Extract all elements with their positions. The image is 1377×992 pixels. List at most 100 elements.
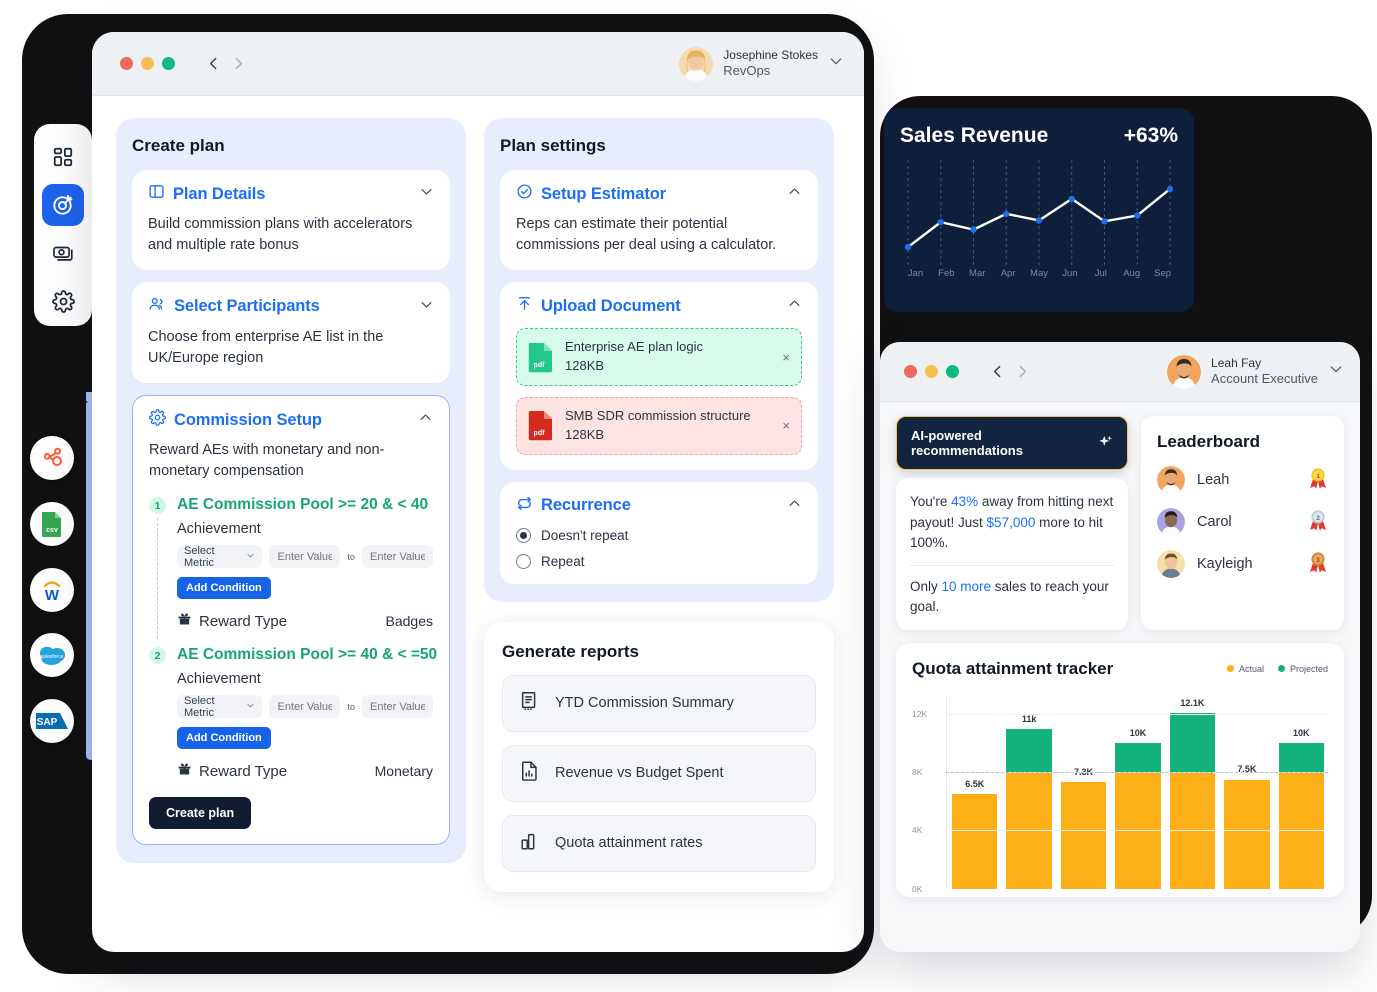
integration-salesforce[interactable]: salesforce bbox=[30, 633, 74, 677]
user-role: Account Executive bbox=[1211, 370, 1318, 386]
leaderboard-name: Carol bbox=[1197, 514, 1232, 530]
card-recurrence: Recurrence Doesn't repeat Repeat bbox=[500, 481, 818, 584]
table-row[interactable]: 7.5K bbox=[1224, 697, 1270, 889]
csv-file-icon: csv bbox=[40, 510, 64, 538]
leaderboard-row[interactable]: Leah 1 bbox=[1157, 466, 1328, 494]
value-from-input[interactable] bbox=[269, 695, 341, 719]
commission-rule-1: 1 AE Commission Pool >= 20 & < 40 Achiev… bbox=[149, 496, 433, 640]
select-metric-dropdown[interactable]: Select Metric bbox=[177, 695, 263, 719]
remove-file-icon[interactable]: × bbox=[782, 350, 790, 365]
bar-segment-actual[interactable] bbox=[1060, 782, 1107, 889]
rail-item-plans[interactable] bbox=[42, 184, 84, 226]
chevron-up-icon[interactable] bbox=[418, 410, 433, 430]
forward-icon[interactable] bbox=[230, 55, 247, 72]
bar-segment-projected[interactable] bbox=[1115, 743, 1161, 773]
chevron-up-icon[interactable] bbox=[787, 296, 802, 316]
ai-recommendations-pill[interactable]: AI-powered recommendations bbox=[896, 416, 1128, 470]
table-row[interactable]: 10K bbox=[1278, 697, 1324, 889]
uploaded-file-item[interactable]: pdf SMB SDR commission structure 128KB × bbox=[516, 396, 802, 455]
select-metric-dropdown[interactable]: Select Metric bbox=[177, 545, 263, 569]
svg-text:W: W bbox=[45, 587, 60, 603]
ai-highlight-percent: 43% bbox=[951, 494, 979, 509]
plan-settings-panel: Plan settings Setup Estimator Reps can e… bbox=[484, 118, 834, 602]
card-desc-plan-details: Build commission plans with accelerators… bbox=[148, 216, 413, 253]
report-ytd-commission-summary[interactable]: YTD Commission Summary bbox=[502, 674, 816, 732]
integration-sap[interactable]: SAP bbox=[30, 699, 74, 743]
card-plan-details[interactable]: Plan Details Build commission plans with… bbox=[132, 170, 450, 271]
chevron-up-icon[interactable] bbox=[787, 496, 802, 516]
maximize-icon[interactable] bbox=[946, 365, 959, 378]
bar-segment-actual[interactable] bbox=[1224, 779, 1270, 889]
reward-type-value: Badges bbox=[385, 613, 433, 630]
bar-segment-projected[interactable] bbox=[1006, 728, 1052, 773]
back-icon[interactable] bbox=[205, 55, 222, 72]
window-controls[interactable] bbox=[120, 57, 175, 70]
chevron-down-icon[interactable] bbox=[419, 297, 434, 317]
card-select-participants[interactable]: Select Participants Choose from enterpri… bbox=[132, 282, 450, 384]
integration-hubspot[interactable] bbox=[30, 436, 74, 480]
remove-file-icon[interactable]: × bbox=[782, 418, 790, 433]
bar-segment-projected[interactable] bbox=[1278, 743, 1324, 773]
chevron-down-icon[interactable] bbox=[419, 184, 434, 204]
leaderboard-row[interactable]: Kayleigh 3 bbox=[1157, 550, 1328, 578]
nav-arrows bbox=[989, 363, 1031, 380]
legend-item-actual: Actual bbox=[1226, 664, 1264, 674]
svg-text:1: 1 bbox=[1316, 473, 1320, 480]
table-row[interactable]: 11k bbox=[1006, 697, 1052, 889]
back-icon[interactable] bbox=[989, 363, 1006, 380]
uploaded-file-item[interactable]: pdf Enterprise AE plan logic 128KB × bbox=[516, 328, 802, 386]
avatar bbox=[1157, 508, 1185, 536]
report-revenue-vs-budget-spent[interactable]: Revenue vs Budget Spent bbox=[502, 744, 816, 802]
radio-repeat[interactable]: Repeat bbox=[516, 553, 802, 569]
user-menu[interactable]: Josephine Stokes RevOps bbox=[679, 46, 844, 81]
value-from-input[interactable] bbox=[269, 545, 341, 569]
integration-csv[interactable]: csv bbox=[30, 502, 74, 546]
table-row[interactable]: 12.1K bbox=[1169, 697, 1216, 889]
card-setup-estimator[interactable]: Setup Estimator Reps can estimate their … bbox=[500, 170, 818, 271]
document-lines-icon bbox=[519, 690, 541, 717]
close-icon[interactable] bbox=[120, 57, 133, 70]
x-tick-label: Jul bbox=[1094, 268, 1107, 279]
table-row[interactable]: 7.3K bbox=[1060, 697, 1107, 889]
minimize-icon[interactable] bbox=[141, 57, 154, 70]
rail-item-dashboard[interactable] bbox=[42, 136, 84, 178]
y-axis-line bbox=[946, 696, 947, 889]
maximize-icon[interactable] bbox=[162, 57, 175, 70]
minimize-icon[interactable] bbox=[925, 365, 938, 378]
radio-doesnt-repeat[interactable]: Doesn't repeat bbox=[516, 527, 802, 543]
chevron-down-icon[interactable] bbox=[1328, 361, 1344, 382]
create-plan-button[interactable]: Create plan bbox=[149, 797, 252, 830]
table-row[interactable]: 6.5K bbox=[952, 697, 998, 889]
radio-icon[interactable] bbox=[516, 553, 531, 569]
rail-item-payouts[interactable] bbox=[42, 232, 84, 274]
value-to-input[interactable] bbox=[362, 545, 433, 569]
add-condition-button[interactable]: Add Condition bbox=[177, 727, 271, 750]
workday-logo-icon: W bbox=[38, 577, 66, 604]
report-quota-attainment-rates[interactable]: Quota attainment rates bbox=[502, 814, 816, 872]
y-tick-label: 12K bbox=[912, 709, 928, 720]
card-title-recurrence: Recurrence bbox=[541, 496, 631, 515]
cash-icon bbox=[52, 242, 74, 264]
sales-revenue-x-axis: Jan Feb Mar Apr May Jun Jul Aug Sep bbox=[900, 268, 1178, 279]
forward-icon[interactable] bbox=[1014, 363, 1031, 380]
radio-icon-selected[interactable] bbox=[516, 527, 531, 543]
chevron-up-icon[interactable] bbox=[787, 184, 802, 204]
card-title-setup-estimator: Setup Estimator bbox=[541, 184, 667, 203]
ai-sales-message: Only 10 more sales to reach your goal. bbox=[910, 577, 1114, 618]
avatar bbox=[1157, 466, 1185, 494]
table-row[interactable]: 10K bbox=[1115, 697, 1161, 889]
user-menu[interactable]: Leah Fay Account Executive bbox=[1167, 354, 1344, 389]
rule-index-badge: 2 bbox=[149, 647, 166, 665]
window-controls[interactable] bbox=[904, 365, 959, 378]
bar-segment-actual[interactable] bbox=[952, 794, 998, 889]
card-commission-setup[interactable]: Commission Setup Reward AEs with monetar… bbox=[132, 395, 450, 846]
chevron-down-icon[interactable] bbox=[828, 53, 844, 74]
add-condition-button[interactable]: Add Condition bbox=[177, 577, 271, 600]
leaderboard-row[interactable]: Carol 2 bbox=[1157, 508, 1328, 536]
quota-chart-legend: Actual Projected bbox=[1226, 664, 1328, 674]
integration-workday[interactable]: W bbox=[30, 568, 74, 612]
close-icon[interactable] bbox=[904, 365, 917, 378]
bar-segment-projected[interactable] bbox=[1169, 712, 1216, 773]
value-to-input[interactable] bbox=[362, 695, 433, 719]
rail-item-settings[interactable] bbox=[42, 280, 84, 322]
